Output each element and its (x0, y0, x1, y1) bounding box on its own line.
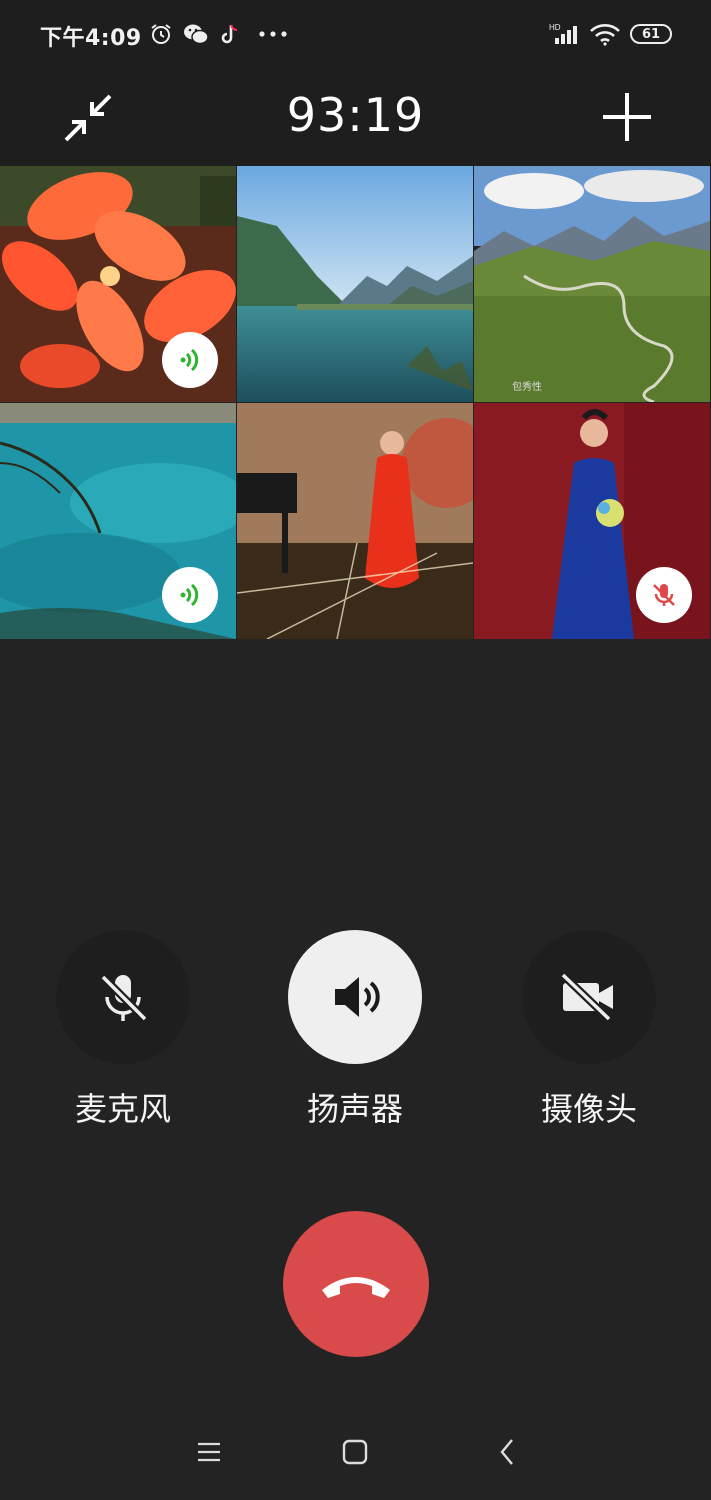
speaking-indicator-icon (162, 567, 218, 623)
wifi-icon (588, 21, 622, 47)
participant-tile[interactable] (474, 403, 710, 639)
camera-off-icon (560, 972, 613, 1022)
status-time: 下午4:09 (40, 26, 142, 51)
tiktok-icon (218, 21, 242, 47)
home-icon[interactable] (338, 1430, 372, 1474)
microphone-toggle-button[interactable] (56, 930, 190, 1064)
participant-tile[interactable] (237, 166, 473, 402)
participant-tile[interactable]: 包秀性 (474, 166, 710, 402)
participant-tile[interactable] (0, 166, 236, 402)
participant-tile[interactable] (0, 403, 236, 639)
muted-microphone-icon (636, 567, 692, 623)
microphone-label: 麦克风 (74, 1090, 171, 1128)
tile-caption: 包秀性 (512, 382, 542, 393)
speaker-label: 扬声器 (306, 1090, 403, 1128)
hang-up-button[interactable] (283, 1211, 429, 1357)
hang-up-phone-icon (322, 1277, 390, 1298)
speaker-toggle-button[interactable] (288, 930, 422, 1064)
tile-image-green-valley (474, 166, 710, 402)
battery-level: 61 (641, 26, 661, 42)
plus-icon[interactable] (600, 90, 654, 144)
svg-text:HD: HD (549, 23, 561, 32)
more-dots-icon (256, 21, 290, 47)
hd-signal-icon: HD (548, 21, 582, 47)
microphone-off-icon (100, 974, 148, 1022)
speaking-indicator-icon (162, 332, 218, 388)
tile-image-mountain-lake (237, 166, 473, 402)
alarm-icon (148, 21, 174, 47)
camera-label: 摄像头 (540, 1090, 637, 1128)
menu-icon[interactable] (192, 1430, 226, 1474)
tile-image-woman-red-dress (237, 403, 473, 639)
back-icon[interactable] (490, 1430, 524, 1474)
camera-toggle-button[interactable] (522, 930, 656, 1064)
battery-icon: 61 (628, 21, 674, 47)
participant-tile[interactable] (237, 403, 473, 639)
wechat-icon (182, 21, 210, 47)
speaker-icon (335, 977, 380, 1017)
